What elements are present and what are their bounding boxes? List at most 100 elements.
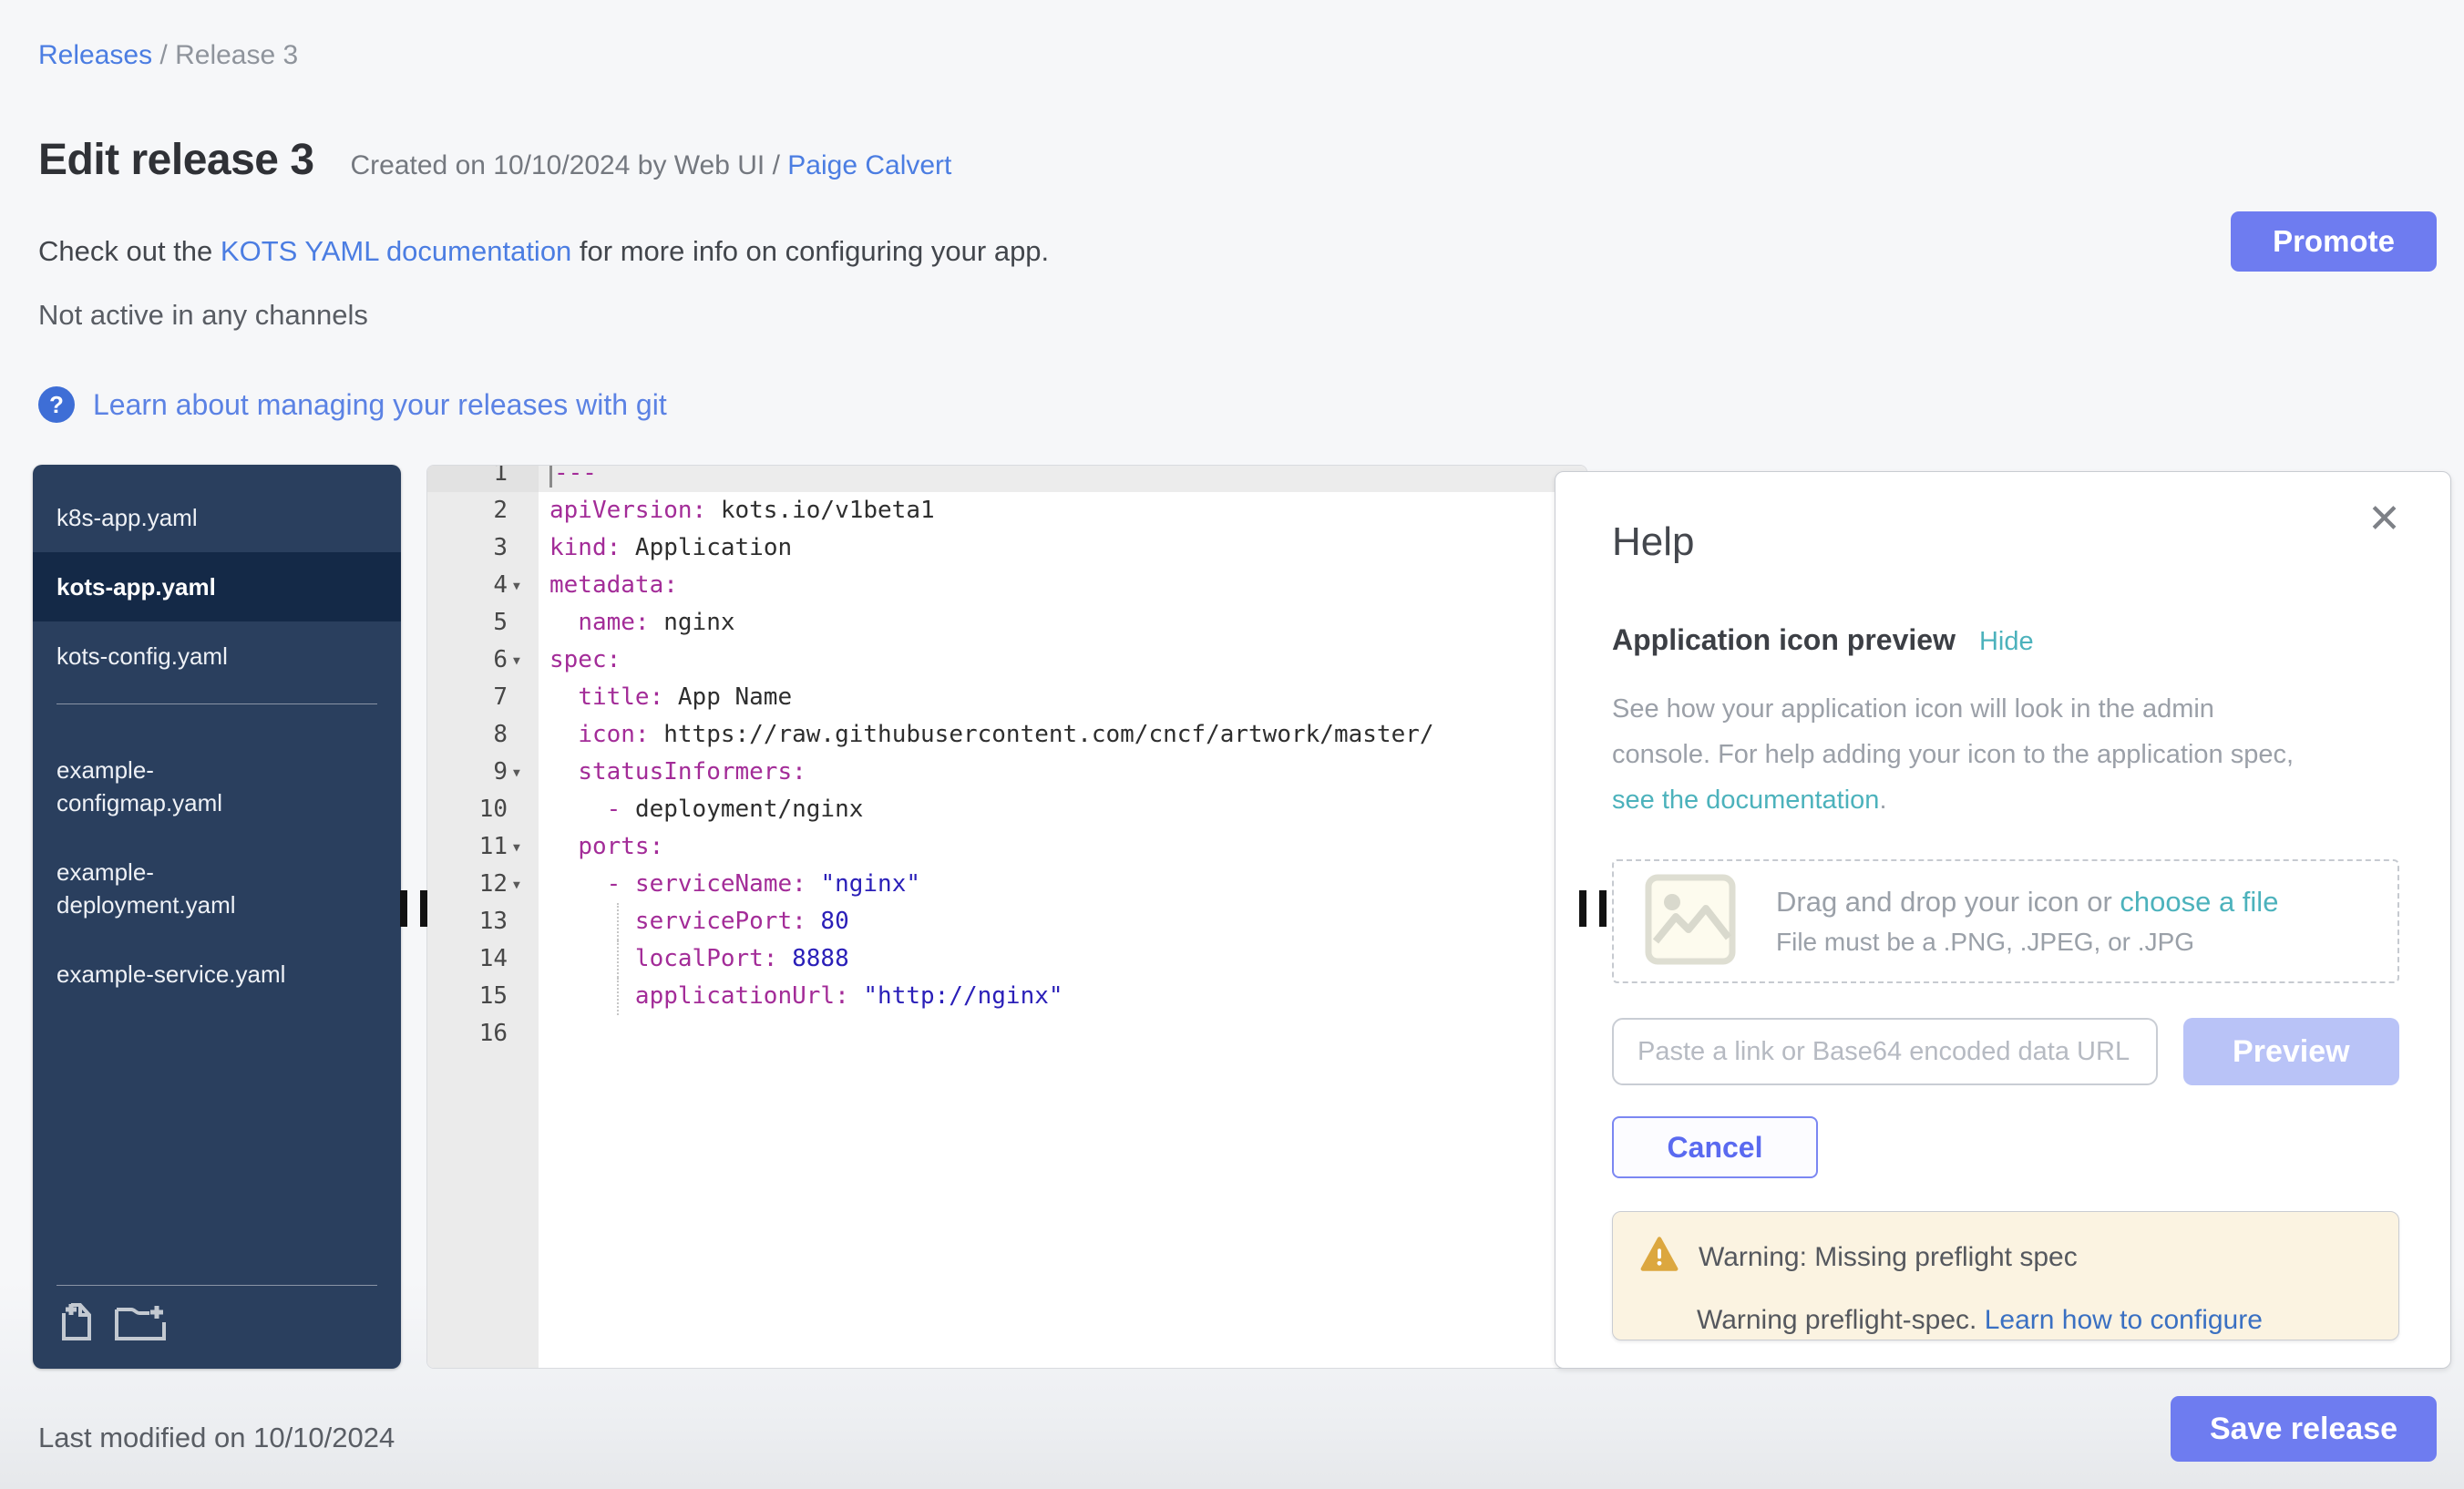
icon-dropzone[interactable]: Drag and drop your icon or choose a file…: [1612, 859, 2399, 983]
title-row: Edit release 3 Created on 10/10/2024 by …: [38, 135, 951, 185]
code-line[interactable]: ---: [539, 465, 1586, 492]
code-line[interactable]: statusInformers:: [539, 754, 1586, 791]
gutter-line-number: 10: [427, 791, 539, 828]
gutter-line-number: 2: [427, 492, 539, 529]
sidebar-resize-handle[interactable]: [400, 890, 427, 927]
docs-line-post: for more info on configuring your app.: [571, 235, 1049, 267]
file-item[interactable]: kots-app.yaml: [33, 552, 401, 621]
created-text: Created on 10/10/2024 by Web UI /: [351, 150, 780, 180]
code-line[interactable]: [539, 1015, 1586, 1053]
file-item-label: example-configmap.yaml: [56, 754, 298, 819]
code-line[interactable]: name: nginx: [539, 604, 1586, 642]
created-info: Created on 10/10/2024 by Web UI / Paige …: [351, 150, 952, 181]
gutter-line-number: 14: [427, 940, 539, 978]
file-item-label: example-deployment.yaml: [56, 856, 298, 921]
gutter-line-number: 3: [427, 529, 539, 567]
help-panel-title: Help: [1612, 519, 2399, 565]
code-line[interactable]: applicationUrl: "http://nginx": [539, 978, 1586, 1015]
preflight-warning: Warning: Missing preflight spec Warning …: [1612, 1211, 2399, 1340]
breadcrumb-releases-link[interactable]: Releases: [38, 40, 152, 70]
code-line[interactable]: servicePort: 80: [539, 903, 1586, 940]
fold-arrow-icon[interactable]: ▼: [513, 829, 520, 867]
docs-line: Check out the KOTS YAML documentation fo…: [38, 235, 1049, 268]
code-line[interactable]: localPort: 8888: [539, 940, 1586, 978]
warning-icon: [1640, 1236, 1679, 1279]
code-line[interactable]: metadata:: [539, 567, 1586, 604]
learn-configure-link[interactable]: Learn how to configure: [1985, 1305, 2263, 1335]
docs-line-pre: Check out the: [38, 235, 221, 267]
git-releases-link[interactable]: Learn about managing your releases with …: [93, 388, 667, 422]
code-line[interactable]: icon: https://raw.githubusercontent.com/…: [539, 716, 1586, 754]
desc-period: .: [1879, 786, 1886, 815]
file-item[interactable]: example-configmap.yaml: [33, 735, 401, 837]
icon-url-input[interactable]: [1612, 1018, 2158, 1085]
file-item-label: k8s-app.yaml: [56, 501, 198, 534]
icon-preview-description: See how your application icon will look …: [1612, 686, 2399, 823]
close-icon[interactable]: ✕: [2367, 496, 2401, 542]
file-list-primary: k8s-app.yaml kots-app.yaml kots-config.yam…: [33, 465, 401, 691]
warning-text-line2: Warning preflight-spec. Learn how to con…: [1697, 1305, 2371, 1336]
gutter-line-number: 16: [427, 1015, 539, 1053]
save-release-button[interactable]: Save release: [2171, 1396, 2437, 1462]
help-panel: ✕ Help Application icon preview Hide See…: [1555, 471, 2451, 1369]
new-file-icon[interactable]: [56, 1300, 95, 1349]
git-help-row: ? Learn about managing your releases wit…: [38, 386, 667, 423]
see-documentation-link[interactable]: see the documentation: [1612, 786, 1879, 815]
code-line[interactable]: spec:: [539, 642, 1586, 679]
gutter-line-number: 5: [427, 604, 539, 642]
channel-status: Not active in any channels: [38, 299, 368, 332]
file-item-label: kots-config.yaml: [56, 640, 228, 673]
gutter-line-number: 9▼: [427, 754, 539, 791]
gutter-line-number: 8: [427, 716, 539, 754]
yaml-editor[interactable]: 1234▼56▼789▼1011▼12▼13141516 ---apiVersi…: [426, 465, 1587, 1369]
file-item[interactable]: k8s-app.yaml: [33, 483, 401, 552]
cancel-button[interactable]: Cancel: [1612, 1116, 1818, 1178]
hide-link[interactable]: Hide: [1979, 627, 2034, 657]
code-rows: ---apiVersion: kots.io/v1beta1kind: Appl…: [539, 465, 1586, 1053]
question-icon: ?: [38, 386, 75, 423]
fold-arrow-icon[interactable]: ▼: [513, 867, 520, 904]
code-line[interactable]: apiVersion: kots.io/v1beta1: [539, 492, 1586, 529]
promote-button[interactable]: Promote: [2231, 211, 2437, 272]
gutter-line-number: 7: [427, 679, 539, 716]
new-folder-icon[interactable]: [113, 1300, 168, 1349]
gutter-line-number: 11▼: [427, 828, 539, 866]
gutter-line-number: 12▼: [427, 866, 539, 903]
code-line[interactable]: title: App Name: [539, 679, 1586, 716]
image-placeholder-icon: [1645, 874, 1736, 970]
breadcrumb: Releases / Release 3: [38, 40, 298, 71]
breadcrumb-separator: /: [152, 40, 175, 70]
gutter-line-number: 1: [427, 465, 539, 492]
text-cursor: [549, 465, 552, 488]
desc-line-1: See how your application icon will look …: [1612, 694, 2214, 724]
page-title: Edit release 3: [38, 135, 314, 185]
code-line[interactable]: ports:: [539, 828, 1586, 866]
file-item-label: example-service.yaml: [56, 958, 285, 991]
dropzone-line1: Drag and drop your icon or choose a file: [1776, 886, 2278, 918]
file-item[interactable]: example-service.yaml: [33, 940, 401, 1009]
author-link[interactable]: Paige Calvert: [787, 150, 951, 180]
file-item-label: kots-app.yaml: [56, 570, 216, 603]
last-modified-text: Last modified on 10/10/2024: [38, 1422, 395, 1454]
kots-yaml-docs-link[interactable]: KOTS YAML documentation: [221, 235, 571, 267]
gutter-rows: 1234▼56▼789▼1011▼12▼13141516: [427, 465, 539, 1053]
file-tree: k8s-app.yaml kots-app.yaml kots-config.yam…: [33, 465, 401, 1369]
fold-arrow-icon[interactable]: ▼: [513, 755, 520, 792]
fold-arrow-icon[interactable]: ▼: [513, 568, 520, 605]
workspace: k8s-app.yaml kots-app.yaml kots-config.yam…: [33, 465, 2451, 1369]
file-item[interactable]: kots-config.yaml: [33, 621, 401, 691]
breadcrumb-current: Release 3: [175, 40, 298, 70]
code-line[interactable]: - serviceName: "nginx": [539, 866, 1586, 903]
fold-arrow-icon[interactable]: ▼: [513, 642, 520, 680]
preview-button[interactable]: Preview: [2183, 1018, 2399, 1085]
warning-line2-text: Warning preflight-spec.: [1697, 1305, 1985, 1335]
desc-line-2: console. For help adding your icon to th…: [1612, 740, 2294, 769]
warning-text-line1: Warning: Missing preflight spec: [1699, 1242, 2078, 1273]
help-panel-resize-handle[interactable]: [1579, 890, 1607, 927]
file-tree-footer-divider: [56, 1285, 377, 1286]
file-list-examples: example-configmap.yaml example-deployment…: [33, 717, 401, 1009]
code-line[interactable]: - deployment/nginx: [539, 791, 1586, 828]
choose-file-link[interactable]: choose a file: [2120, 886, 2278, 918]
file-item[interactable]: example-deployment.yaml: [33, 837, 401, 940]
code-line[interactable]: kind: Application: [539, 529, 1586, 567]
